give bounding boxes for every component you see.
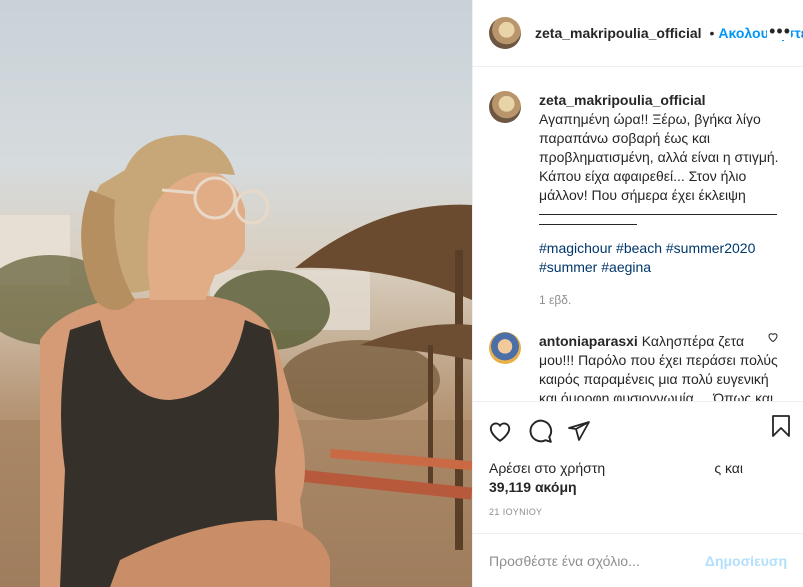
- caption-divider-line: [539, 205, 777, 215]
- caption-text: Αγαπημένη ώρα!! Ξέρω, βγήκα λίγο παραπάν…: [539, 111, 779, 203]
- action-bar: [473, 401, 803, 459]
- likes-text-tail: ς και: [714, 460, 743, 476]
- likes-count[interactable]: 39,119 ακόμη: [489, 478, 787, 497]
- hashtag-link[interactable]: #summer: [539, 259, 597, 275]
- comment-like-heart-icon[interactable]: [767, 331, 779, 343]
- heart-icon[interactable]: [487, 418, 513, 444]
- post-photo[interactable]: [0, 0, 472, 587]
- share-icon[interactable]: [567, 419, 591, 443]
- hashtag-link[interactable]: #summer2020: [666, 240, 756, 256]
- post-header: zeta_makripoulia_official • Ακολουθήστε …: [473, 0, 803, 67]
- post-date[interactable]: 21 ΙΟΥΝΙΟΥ: [473, 503, 803, 533]
- more-options-icon[interactable]: •••: [767, 22, 791, 40]
- comment-input[interactable]: Προσθέστε ένα σχόλιο...: [489, 553, 640, 569]
- add-comment-bar: Προσθέστε ένα σχόλιο... Δημοσίευση: [473, 533, 803, 587]
- caption: zeta_makripoulia_official Αγαπημένη ώρα!…: [489, 91, 787, 310]
- caption-time[interactable]: 1 εβδ.: [539, 291, 779, 310]
- likes-text: Αρέσει στο χρήστη: [489, 460, 606, 476]
- caption-avatar[interactable]: [489, 91, 521, 123]
- photo-illustration: [0, 135, 472, 587]
- hashtag-link[interactable]: #aegina: [601, 259, 651, 275]
- post-sidebar: zeta_makripoulia_official • Ακολουθήστε …: [472, 0, 803, 587]
- hashtag-link[interactable]: #magichour: [539, 240, 612, 256]
- hashtags: #magichour #beach #summer2020 #summer #a…: [539, 239, 779, 277]
- instagram-post: zeta_makripoulia_official • Ακολουθήστε …: [0, 0, 803, 587]
- author-avatar[interactable]: [489, 17, 521, 49]
- caption-divider-line: [539, 215, 637, 225]
- bookmark-icon[interactable]: [769, 413, 793, 439]
- author-username[interactable]: zeta_makripoulia_official: [535, 25, 702, 41]
- comments-section[interactable]: zeta_makripoulia_official Αγαπημένη ώρα!…: [473, 67, 803, 401]
- caption-username[interactable]: zeta_makripoulia_official: [539, 92, 706, 108]
- comment-icon[interactable]: [527, 418, 553, 444]
- commenter-username[interactable]: antoniaparasxi: [539, 333, 638, 349]
- likes-summary[interactable]: Αρέσει στο χρήστη ς και 39,119 ακόμη: [473, 459, 803, 503]
- post-comment-button[interactable]: Δημοσίευση: [705, 553, 787, 569]
- commenter-avatar[interactable]: [489, 332, 521, 364]
- hashtag-link[interactable]: #beach: [616, 240, 662, 256]
- header-separator: •: [709, 25, 715, 41]
- comment-item: antoniaparasxi Καλησπέρα ζετα μου!!! Παρ…: [489, 332, 787, 401]
